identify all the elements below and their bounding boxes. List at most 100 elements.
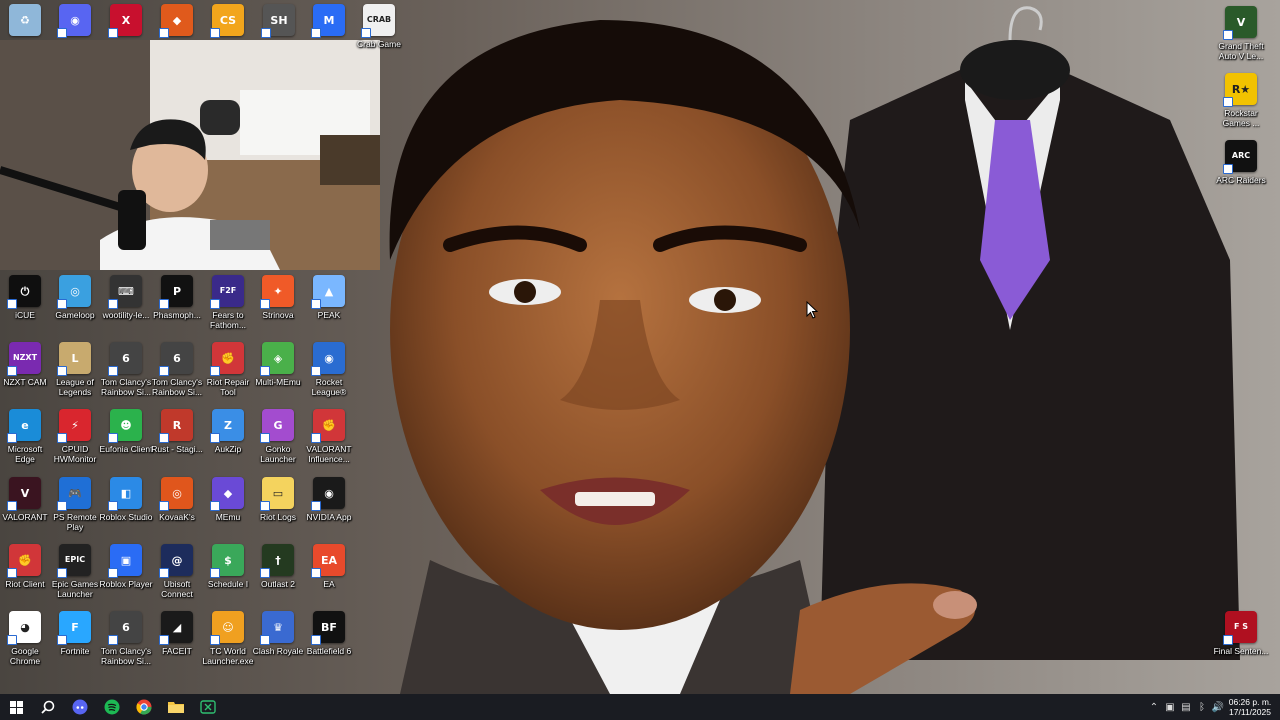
desktop-icon-riot-logs[interactable]: ▭ Riot Logs	[253, 477, 303, 522]
desktop-icon-faceit[interactable]: ◢ FACEIT	[152, 611, 202, 656]
chevron-up-icon[interactable]: ⌃	[1146, 694, 1162, 720]
desktop-icon-roblox-player[interactable]: ▣ Roblox Player	[100, 544, 152, 589]
tc-world-launcher-exe-icon: ☺	[210, 611, 244, 645]
desktop-icon-discord[interactable]: ◉	[50, 4, 100, 38]
desktop-icon-app-shield[interactable]: ◆	[152, 4, 202, 38]
desktop-icon-valorant-influence[interactable]: ✊ VALORANT Influence...	[304, 409, 354, 464]
start-icon[interactable]	[0, 694, 32, 720]
desktop-icon-rocket-league[interactable]: ◉ Rocket League®	[304, 342, 354, 397]
desktop-icon-outlast-2[interactable]: † Outlast 2	[253, 544, 303, 589]
peak-icon: ▲	[311, 275, 345, 309]
desktop-icon-eufonia-client[interactable]: ☻ Eufonia Client	[100, 409, 152, 454]
volume-icon[interactable]: 🔊	[1210, 694, 1226, 720]
roblox-player-icon: ▣	[108, 544, 142, 578]
search-icon[interactable]	[32, 694, 64, 720]
discord-icon[interactable]	[64, 694, 96, 720]
spotify-icon[interactable]	[96, 694, 128, 720]
desktop-icon-silent-hill[interactable]: SH	[254, 4, 304, 38]
final-senten-icon: F S	[1223, 611, 1257, 645]
desktop-icon-app-m[interactable]: M	[304, 4, 354, 38]
desktop-icon-rust-stagi[interactable]: R Rust - Stagi...	[151, 409, 203, 454]
desktop-icon-label: TC World Launcher.exe	[202, 646, 254, 666]
desktop-icon-tom-clancy-s-rainbow-si[interactable]: 6 Tom Clancy's Rainbow Si...	[101, 342, 151, 397]
desktop-icon-crab-game[interactable]: CRAB Crab Game	[354, 4, 404, 49]
desktop-icon-label: Tom Clancy's Rainbow Si...	[100, 646, 152, 666]
desktop-icon-label: Riot Repair Tool	[206, 377, 250, 397]
desktop-icon-recycle-bin[interactable]: ♻	[0, 4, 50, 36]
desktop-icon-label: Final Senten...	[1213, 646, 1269, 656]
desktop-icon-ubisoft-connect[interactable]: @ Ubisoft Connect	[152, 544, 202, 599]
desktop-icon-label: Rocket League®	[311, 377, 347, 397]
app-m-icon: M	[311, 4, 345, 38]
counter-strike-icon: CS	[210, 4, 244, 38]
desktop-icon-final-senten[interactable]: F S Final Senten...	[1213, 611, 1269, 656]
webcam-overlay	[0, 40, 380, 270]
riot-client-icon: ✊	[7, 544, 41, 578]
desktop-icon-label: Gonko Launcher	[260, 444, 296, 464]
desktop-icon-label: VALORANT Influence...	[306, 444, 352, 464]
desktop-icon-phasmoph[interactable]: P Phasmoph...	[152, 275, 202, 320]
desktop-icon-label: Epic Games Launcher	[51, 579, 99, 599]
desktop-icon-battlefield-6[interactable]: BF Battlefield 6	[304, 611, 354, 656]
outlast-2-icon: †	[260, 544, 294, 578]
cpuid-hwmonitor-icon: ⚡	[57, 409, 91, 443]
desktop-icon-multi-memu[interactable]: ◈ Multi-MEmu	[253, 342, 303, 387]
microsoft-edge-icon: e	[7, 409, 41, 443]
desktop-icon-roblox-studio[interactable]: ◧ Roblox Studio	[100, 477, 152, 522]
desktop-icon-riot-client[interactable]: ✊ Riot Client	[0, 544, 50, 589]
desktop-icon-google-chrome[interactable]: ◕ Google Chrome	[0, 611, 50, 666]
tray-app-icon[interactable]: ▣	[1162, 694, 1178, 720]
desktop-icon-wootility-le[interactable]: ⌨ wootility-le...	[101, 275, 151, 320]
desktop-icon-valorant[interactable]: V VALORANT	[0, 477, 50, 522]
desktop-icon-label: CPUID HWMonitor	[53, 444, 97, 464]
desktop-icon-gameloop[interactable]: ◎ Gameloop	[50, 275, 100, 320]
desktop-icon-schedule-i[interactable]: $ Schedule I	[203, 544, 253, 589]
desktop-icon-cpuid-hwmonitor[interactable]: ⚡ CPUID HWMonitor	[50, 409, 100, 464]
desktop-icon-clash-royale[interactable]: ♛ Clash Royale	[253, 611, 303, 656]
desktop-icon-strinova[interactable]: ✦ Strinova	[253, 275, 303, 320]
desktop-icon-peak[interactable]: ▲ PEAK	[304, 275, 354, 320]
desktop-icon-grand-theft-auto-v-le[interactable]: V Grand Theft Auto V Le...	[1216, 6, 1266, 61]
file-explorer-icon[interactable]	[160, 694, 192, 720]
desktop-icon-riot-repair-tool[interactable]: ✊ Riot Repair Tool	[203, 342, 253, 397]
mouse-cursor	[806, 301, 818, 319]
nvidia-app-icon: ◉	[311, 477, 345, 511]
desktop-icon-icue[interactable]: ⏻ iCUE	[0, 275, 50, 320]
desktop-icon-tom-clancy-s-rainbow-si[interactable]: 6 Tom Clancy's Rainbow Si...	[152, 342, 202, 397]
bluetooth-icon[interactable]: ᛒ	[1194, 694, 1210, 720]
taskbar-clock[interactable]: 06:26 p. m. 17/11/2025	[1226, 697, 1274, 717]
wootility-le-icon: ⌨	[108, 275, 142, 309]
desktop-icon-nzxt-cam[interactable]: NZXT NZXT CAM	[0, 342, 50, 387]
chrome-icon[interactable]	[128, 694, 160, 720]
desktop-icon-nvidia-app[interactable]: ◉ NVIDIA App	[304, 477, 354, 522]
desktop-icon-microsoft-edge[interactable]: e Microsoft Edge	[0, 409, 50, 464]
desktop-icon-league-of-legends[interactable]: L League of Legends	[50, 342, 100, 397]
desktop-icon-fears-to-fathom[interactable]: F2F Fears to Fathom...	[203, 275, 253, 330]
desktop-icon-epic-games-launcher[interactable]: EPIC Epic Games Launcher	[50, 544, 100, 599]
desktop-icon-tc-world-launcher-exe[interactable]: ☺ TC World Launcher.exe	[202, 611, 254, 666]
desktop-icon-ps-remote-play[interactable]: 🎮 PS Remote Play	[50, 477, 100, 532]
desktop-icon-label: Crab Game	[357, 39, 401, 49]
desktop-icon-aukzip[interactable]: Z AukZip	[203, 409, 253, 454]
desktop-icon-rockstar-games[interactable]: R★ Rockstar Games ...	[1216, 73, 1266, 128]
desktop-icon-ea[interactable]: EA EA	[304, 544, 354, 589]
desktop-icon-fortnite[interactable]: F Fortnite	[50, 611, 100, 656]
desktop-icon-memu[interactable]: ◆ MEmu	[203, 477, 253, 522]
desktop-icon-label: VALORANT	[2, 512, 48, 522]
desktop-icon-kovaak-s[interactable]: ◎ KovaaK's	[152, 477, 202, 522]
desktop-icon-arc-raiders[interactable]: ARC ARC Raiders	[1216, 140, 1266, 185]
valorant-icon: V	[7, 477, 41, 511]
recycle-bin-icon: ♻	[9, 4, 41, 36]
desktop-icon-counter-strike[interactable]: CS	[203, 4, 253, 38]
desktop-icon-label: Rockstar Games ...	[1222, 108, 1260, 128]
desktop-icon-label: MEmu	[215, 512, 241, 522]
desktop-icon-gonko-launcher[interactable]: G Gonko Launcher	[253, 409, 303, 464]
desktop-icon-label: Gameloop	[55, 310, 95, 320]
desktop-icon-tom-clancy-s-rainbow-si[interactable]: 6 Tom Clancy's Rainbow Si...	[101, 611, 151, 666]
network-icon[interactable]: ▤	[1178, 694, 1194, 720]
desktop-icon-label: AukZip	[214, 444, 242, 454]
multi-memu-icon: ◈	[260, 342, 294, 376]
desktop-icon-app-red-x[interactable]: X	[101, 4, 151, 38]
xbox-app-icon[interactable]	[192, 694, 224, 720]
icue-icon: ⏻	[7, 275, 41, 309]
